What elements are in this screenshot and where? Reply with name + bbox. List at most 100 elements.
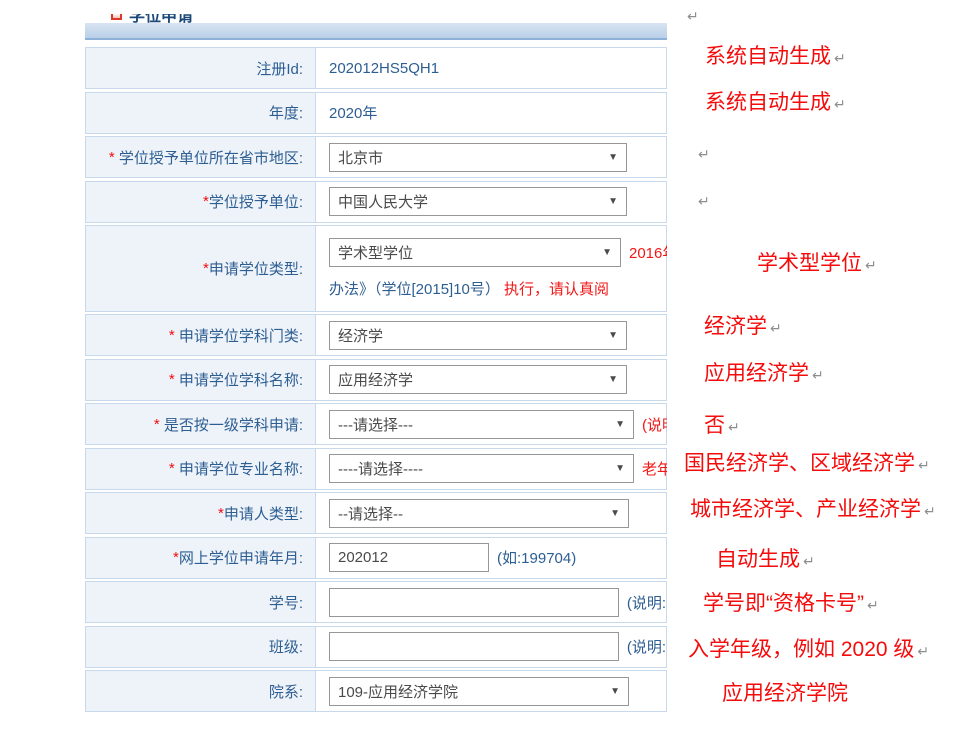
dropdown-selected-value: ----请选择---- — [338, 458, 423, 479]
paragraph-mark-icon: ↵ — [812, 367, 824, 383]
form-section-icon — [111, 14, 122, 20]
paragraph-mark-icon: ↵ — [924, 503, 936, 519]
field-hint-red: 老年产 — [642, 458, 667, 479]
field-label-text: 申请学位专业名称: — [179, 458, 303, 479]
field-label: 年度: — [86, 93, 316, 133]
field-value-cell: 109-应用经济学院▼ — [316, 671, 666, 711]
form-section-header: 学位申请 — [85, 14, 667, 40]
form-row: * 学位授予单位所在省市地区:北京市▼ — [85, 136, 667, 178]
paragraph-mark-icon: ↵ — [867, 597, 879, 613]
form-section-title-text: 学位申请 — [129, 14, 193, 26]
field-label-text: 申请学位学科门类: — [179, 325, 303, 346]
field-value-cell: 学术型学位▼ 2016年办法》（学位[2015]10号） 执行，请认真阅 — [316, 226, 666, 311]
form-row: *申请学位类型: 学术型学位▼ 2016年办法》（学位[2015]10号） 执行，请… — [85, 225, 667, 312]
dropdown-select[interactable]: ----请选择---- ▼ — [329, 454, 634, 483]
field-label: * 是否按一级学科申请: — [86, 404, 316, 444]
required-asterisk: * — [169, 371, 179, 388]
field-hint: (如:199704) — [497, 547, 576, 568]
form-row: 注册Id:202012HS5QH1 — [85, 47, 667, 89]
field-static-value: 2020年 — [329, 102, 377, 123]
field-value-cell: (说明: — [316, 627, 666, 667]
field-label: 学号: — [86, 582, 316, 622]
field-label-text: 注册Id: — [256, 58, 303, 79]
dropdown-selected-value: 北京市 — [338, 147, 383, 168]
text-input[interactable] — [329, 632, 619, 661]
form-row: *网上学位申请年月: (如:199704) — [85, 537, 667, 579]
annotation-text: 自动生成↵ — [716, 546, 815, 575]
form-row: * 申请学位学科名称:应用经济学▼ — [85, 359, 667, 401]
dropdown-select[interactable]: 学术型学位▼ — [329, 238, 621, 267]
dropdown-select[interactable]: 中国人民大学▼ — [329, 187, 627, 216]
field-hint-red: 2016年 — [629, 242, 667, 263]
form-section-title: 学位申请 — [111, 14, 193, 26]
field-label-text: 学号: — [269, 592, 303, 613]
chevron-down-icon: ▼ — [608, 196, 618, 207]
paragraph-mark-icon: ↵ — [918, 457, 930, 473]
dropdown-select[interactable]: 109-应用经济学院▼ — [329, 677, 629, 706]
field-hint-red: (说明: — [642, 414, 667, 435]
dropdown-select[interactable]: --请选择--▼ — [329, 499, 629, 528]
chevron-down-icon: ▼ — [615, 419, 625, 430]
annotation-text: 城市经济学、产业经济学↵ — [690, 496, 936, 525]
annotation-label: 否 — [704, 414, 725, 437]
field-label: *网上学位申请年月: — [86, 538, 316, 578]
field-label-text: 院系: — [269, 681, 303, 702]
field-value-line2: 办法》（学位[2015]10号） 执行，请认真阅 — [329, 278, 609, 299]
paragraph-mark-icon: ↵ — [834, 50, 846, 66]
field-value-cell: 中国人民大学▼ — [316, 182, 666, 222]
dropdown-selected-value: ---请选择--- — [338, 414, 413, 435]
field-value-cell: ---请选择--- ▼ (说明: — [316, 404, 666, 444]
annotation-label: 应用经济学 — [704, 362, 809, 385]
annotation-text: 学术型学位↵ — [757, 250, 877, 279]
paragraph-mark: ↵ — [695, 140, 710, 173]
form-row: 班级: (说明: — [85, 626, 667, 668]
dropdown-select[interactable]: ---请选择--- ▼ — [329, 410, 634, 439]
field-value-line1: 学术型学位▼ 2016年 — [329, 238, 666, 267]
field-label-text: 申请学位类型: — [209, 258, 303, 279]
field-label-text: 网上学位申请年月: — [179, 547, 303, 568]
field-label-text: 申请人类型: — [224, 503, 303, 524]
dropdown-select[interactable]: 经济学 ▼ — [329, 321, 627, 350]
annotation-label: 经济学 — [704, 315, 767, 338]
field-value-cell: --请选择--▼ — [316, 493, 666, 533]
form-rows: 注册Id:202012HS5QH1年度: 2020年 * 学位授予单位所在省市地区:… — [85, 47, 667, 712]
chevron-down-icon: ▼ — [610, 686, 620, 697]
field-label: 注册Id: — [86, 48, 316, 88]
dropdown-selected-value: --请选择-- — [338, 503, 403, 524]
field-value-cell: 北京市▼ — [316, 137, 666, 177]
dropdown-select[interactable]: 应用经济学▼ — [329, 365, 627, 394]
form-row: 年度: 2020年 — [85, 92, 667, 134]
field-hint: (说明: — [627, 592, 666, 613]
annotation-text: 应用经济学院 — [722, 680, 848, 708]
annotation-text: 系统自动生成↵ — [705, 43, 846, 72]
form-row: * 是否按一级学科申请: ---请选择--- ▼ (说明: — [85, 403, 667, 445]
annotation-text: 国民经济学、区域经济学↵ — [684, 450, 930, 479]
paragraph-mark: ↵ — [684, 2, 699, 35]
chevron-down-icon: ▼ — [608, 330, 618, 341]
form-row: 学号: (说明: — [85, 581, 667, 623]
field-label: *申请学位类型: — [86, 226, 316, 311]
dropdown-select[interactable]: 北京市▼ — [329, 143, 627, 172]
field-label-text: 班级: — [269, 636, 303, 657]
annotation-text: 学号即“资格卡号”↵ — [703, 590, 879, 619]
paragraph-mark-icon: ↵ — [865, 257, 877, 273]
field-value-cell: 应用经济学▼ — [316, 360, 666, 400]
field-value-cell: (说明: — [316, 582, 666, 622]
field-hint: (说明: — [627, 636, 666, 657]
annotation-text: 应用经济学↵ — [704, 360, 824, 389]
required-asterisk: * — [169, 460, 179, 477]
text-input[interactable] — [329, 588, 619, 617]
paragraph-mark-icon: ↵ — [770, 320, 782, 336]
dropdown-selected-value: 经济学 — [338, 325, 383, 346]
chevron-down-icon: ▼ — [615, 463, 625, 474]
notice-text-blue: 办法》（学位[2015]10号） — [329, 281, 500, 298]
annotation-label: 国民经济学、区域经济学 — [684, 452, 915, 475]
paragraph-mark-icon: ↵ — [687, 8, 699, 24]
form-row: *学位授予单位: 中国人民大学▼ — [85, 181, 667, 223]
annotation-text: 经济学↵ — [704, 313, 782, 342]
annotation-label: 系统自动生成 — [705, 45, 831, 68]
annotation-label: 学术型学位 — [757, 252, 862, 275]
text-input[interactable] — [329, 543, 489, 572]
paragraph-mark-icon: ↵ — [917, 643, 929, 659]
field-label: *学位授予单位: — [86, 182, 316, 222]
